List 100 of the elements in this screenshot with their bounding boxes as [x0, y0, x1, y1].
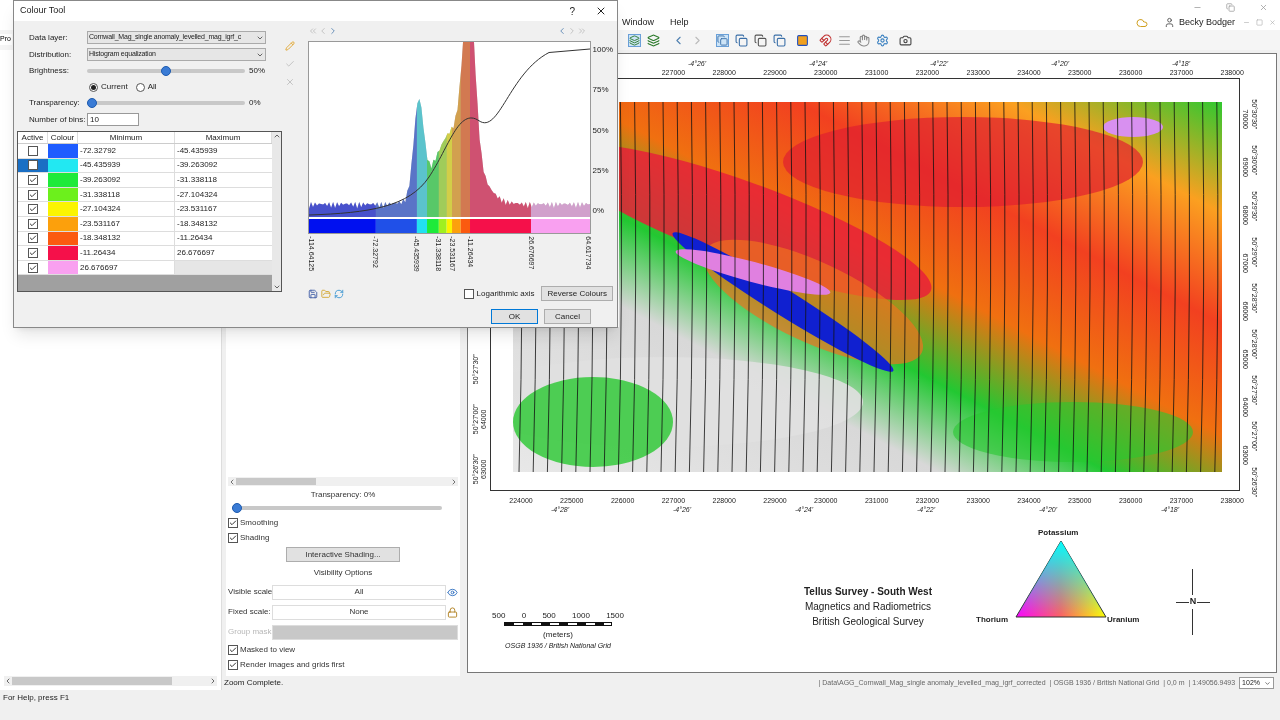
- field-label: Transparency:: [28, 97, 81, 109]
- help-button[interactable]: ?: [569, 3, 575, 19]
- hand-icon[interactable]: [857, 33, 870, 47]
- previous-icon[interactable]: [557, 26, 567, 36]
- scrollbar[interactable]: [4, 676, 217, 686]
- field-label: Data layer:: [28, 31, 69, 44]
- scrollbar[interactable]: [228, 477, 458, 486]
- column-header[interactable]: Active: [18, 132, 48, 143]
- scroll-up-icon[interactable]: [272, 132, 281, 140]
- cloud-icon[interactable]: [1135, 16, 1148, 29]
- field-label: Distribution:: [28, 48, 73, 61]
- save-icon[interactable]: [307, 288, 318, 299]
- colour-swatch[interactable]: [48, 173, 78, 187]
- radio-button[interactable]: [135, 82, 145, 92]
- slider-track[interactable]: [87, 101, 245, 105]
- cancel-button[interactable]: Cancel: [544, 309, 591, 324]
- minimum-cell: -23.531167: [78, 216, 175, 231]
- checkbox[interactable]: [463, 288, 474, 299]
- field-label: Brightness:: [28, 65, 71, 77]
- scroll-left-icon[interactable]: [228, 477, 236, 486]
- checkbox[interactable]: [228, 517, 238, 528]
- menu-item[interactable]: Window: [622, 15, 654, 30]
- minimum-cell: -11.26434: [78, 246, 175, 260]
- minimum-cell: -45.435939: [78, 158, 175, 173]
- colour-swatch[interactable]: [48, 246, 78, 260]
- close-icon[interactable]: [595, 5, 607, 17]
- layer-icon[interactable]: [628, 33, 641, 47]
- field-label: Number of bins:: [28, 113, 87, 126]
- checkbox[interactable]: [28, 262, 38, 273]
- scrollbar[interactable]: [272, 132, 281, 291]
- checkbox[interactable]: [28, 160, 38, 171]
- checkbox[interactable]: [28, 175, 38, 185]
- checkbox-label: Shading: [240, 531, 270, 544]
- colour-ramp-bar[interactable]: [308, 219, 590, 233]
- maximum-cell-text: -39.263092: [176, 159, 219, 172]
- camera-icon[interactable]: [899, 33, 912, 47]
- checkbox[interactable]: [228, 644, 238, 655]
- checkbox[interactable]: [28, 218, 38, 229]
- scroll-right-icon[interactable]: [450, 477, 458, 486]
- ok-button[interactable]: OK: [491, 309, 538, 324]
- reverse-colours-button[interactable]: Reverse Colours: [541, 286, 613, 301]
- radio-label: Current: [101, 81, 128, 93]
- scroll-left-icon[interactable]: [4, 677, 12, 685]
- checkbox-label: Logarithmic axis: [476, 287, 535, 300]
- axis-tick-label: 100%: [592, 44, 613, 56]
- minimum-cell: -72.32792: [78, 144, 175, 158]
- check-icon[interactable]: [284, 59, 295, 69]
- checkbox[interactable]: [228, 532, 238, 543]
- scale-tick-label: 0: [521, 610, 527, 622]
- slider-thumb[interactable]: [232, 503, 242, 513]
- checkbox[interactable]: [228, 659, 238, 670]
- checkbox[interactable]: [28, 233, 38, 244]
- slider-thumb[interactable]: [161, 66, 171, 76]
- slider-thumb[interactable]: [87, 98, 97, 108]
- colour-swatch[interactable]: [48, 144, 78, 158]
- layer-icon[interactable]: [647, 33, 660, 47]
- column-header[interactable]: Colour: [48, 132, 78, 143]
- maximum-cell-text: -23.531167: [176, 203, 218, 216]
- scale-tick-label: 500: [542, 610, 556, 622]
- eye-icon[interactable]: [447, 586, 458, 598]
- checkbox[interactable]: [28, 145, 38, 156]
- window-icon[interactable]: [773, 33, 786, 47]
- maximum-cell-text: -31.338118: [176, 174, 218, 186]
- scale-field[interactable]: None: [272, 604, 446, 620]
- window-icon[interactable]: [735, 33, 748, 47]
- interactive-shading-button[interactable]: Interactive Shading...: [286, 547, 400, 562]
- scale-field[interactable]: All: [272, 584, 446, 600]
- lines-icon[interactable]: [838, 33, 851, 47]
- column-header[interactable]: Minimum: [78, 132, 175, 143]
- gear-icon[interactable]: [876, 33, 889, 47]
- refresh-icon[interactable]: [333, 288, 344, 299]
- maximum-cell-text: -11.26434: [176, 232, 214, 245]
- user-icon[interactable]: [1163, 17, 1175, 28]
- checkbox[interactable]: [28, 247, 38, 258]
- checkbox[interactable]: [28, 189, 38, 200]
- lock-icon[interactable]: [447, 606, 458, 618]
- map-title: Tellus Survey - South West: [804, 585, 932, 599]
- axis-tick-label: 50%: [592, 124, 610, 137]
- magnet-icon[interactable]: [819, 33, 832, 47]
- slider-track[interactable]: [87, 69, 245, 73]
- help-hint: For Help, press F1: [3, 693, 70, 702]
- radio-button[interactable]: [89, 82, 98, 92]
- ternary-label: Uranium: [1107, 614, 1140, 626]
- window-icon[interactable]: [754, 33, 767, 47]
- colour-swatch[interactable]: [48, 202, 78, 216]
- slider-value: 0%: [249, 97, 261, 109]
- bins-input[interactable]: 10: [87, 113, 139, 126]
- map-subtitle: British Geological Survey: [812, 615, 924, 629]
- checkbox-label: Render images and grids first: [240, 658, 345, 671]
- axis-tick-label: 0%: [592, 205, 606, 217]
- menu-item[interactable]: Help: [670, 15, 689, 30]
- axis-tick-label: 25%: [592, 164, 610, 177]
- slider-track[interactable]: [232, 506, 442, 510]
- radio-label: All: [147, 81, 157, 93]
- scroll-down-icon[interactable]: [272, 283, 281, 291]
- scroll-right-icon[interactable]: [209, 677, 217, 685]
- scale-tick-label: 1500: [606, 610, 624, 622]
- window-icon[interactable]: [716, 33, 729, 47]
- maximum-cell-text: 26.676697: [176, 246, 216, 259]
- checkbox[interactable]: [28, 204, 38, 215]
